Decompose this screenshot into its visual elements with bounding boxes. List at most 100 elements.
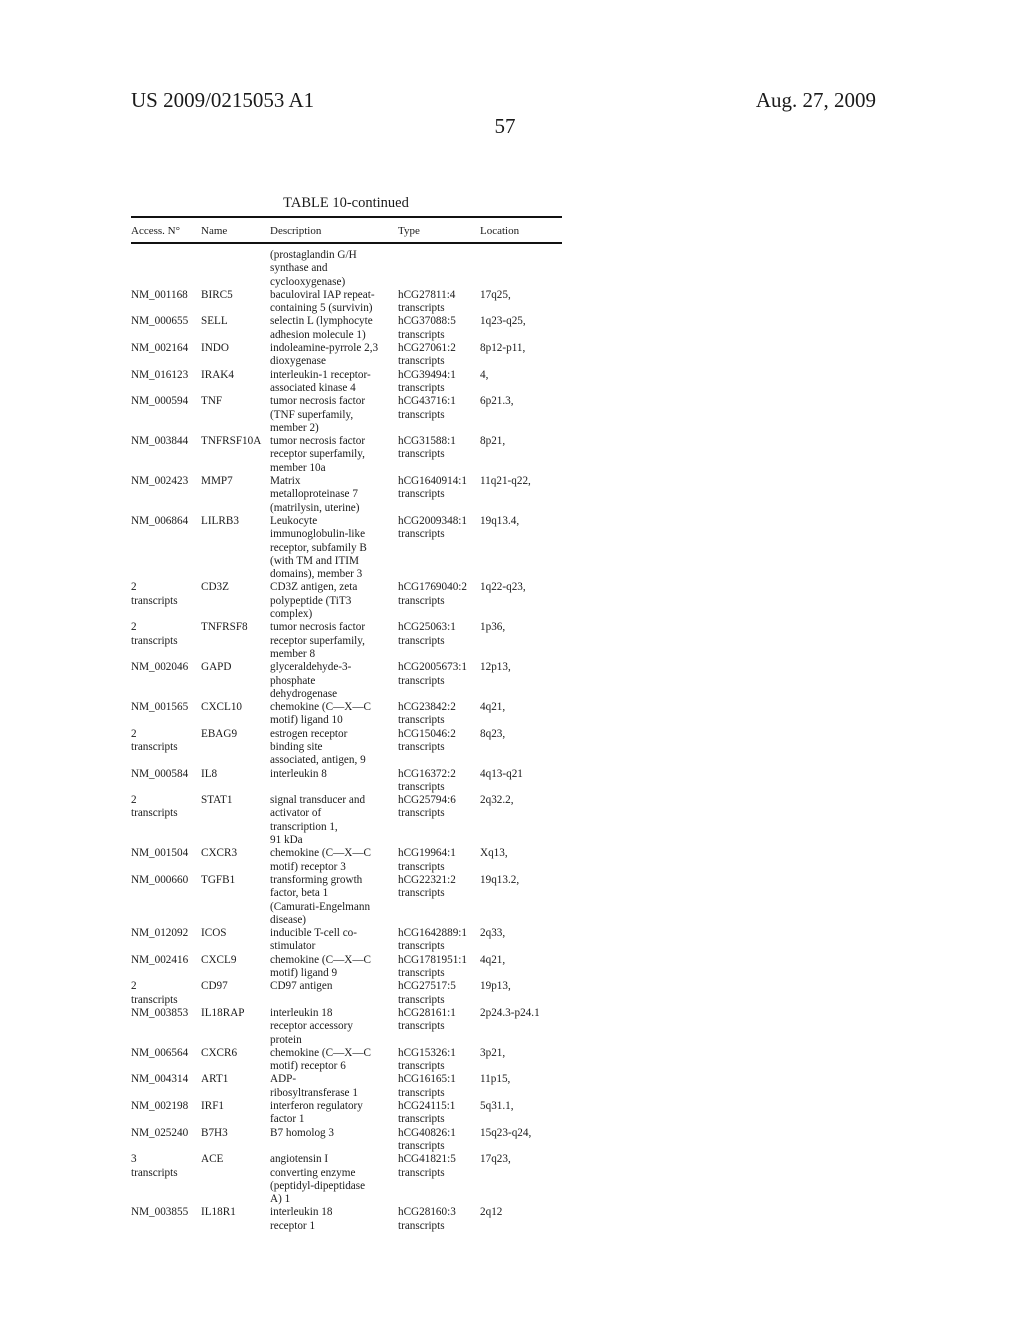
cell-text: interleukin-1 receptor- (270, 368, 371, 381)
cell-text: hCG27061:2 (398, 342, 456, 355)
cell-description: tumor necrosis factor receptor superfamil… (270, 435, 365, 475)
cell-access: 2 transcripts (131, 621, 178, 648)
cell-location: 2q32.2, (480, 794, 514, 807)
cell-text: NM_000594 (131, 395, 189, 408)
cell-access: NM_000594 (131, 395, 188, 408)
cell-text: glyceraldehyde-3- (270, 661, 352, 674)
cell-text: metalloproteinase 7 (270, 488, 358, 501)
cell-text: binding site (270, 741, 323, 753)
cell-access: NM_001504 (131, 847, 188, 860)
cell-text: transcripts (398, 967, 445, 980)
cell-text: NM_001565 (131, 701, 189, 714)
table-row: 2 transcripts TNFRSF8 tumor necrosis factor… (131, 621, 562, 661)
cell-text: hCG2005673:1 (398, 661, 467, 674)
cell-text: dehydrogenase (270, 687, 338, 700)
cell-text: disease) (270, 913, 307, 926)
cell-description: interleukin 18 receptor 1 (270, 1206, 332, 1233)
cell-text: EBAG9 (201, 727, 238, 740)
table-row: NM_001565 CXCL10 chemokine (C—X—C motif) li… (131, 701, 562, 728)
table-row: NM_000594 TNF tumor necrosis factor (TNF su… (131, 395, 562, 435)
cell-text: hCG37088:5 (398, 315, 456, 328)
cell-name: CXCL10 (201, 701, 242, 714)
cell-name: IL8 (201, 768, 217, 781)
cell-text: member 10a (270, 461, 326, 474)
table-row: NM_006564 CXCR6 chemokine (C—X—C motif) rec… (131, 1047, 562, 1074)
cell-location: 17q25, (480, 289, 511, 302)
cell-location: 8p12-p11, (480, 342, 525, 355)
cell-text: hCG25794:6 (398, 794, 456, 807)
cell-type: hCG16165:1 transcripts (398, 1073, 456, 1100)
cell-type: hCG23842:2 transcripts (398, 701, 456, 728)
cell-text: CXCL10 (201, 701, 243, 714)
cell-name: TNFRSF10A (201, 435, 261, 448)
cell-text: NM_000584 (131, 767, 189, 780)
cell-text: 11q21-q22, (480, 475, 531, 488)
cell-location: 5q31.1, (480, 1100, 514, 1113)
cell-text: TGFB1 (201, 873, 236, 886)
cell-access: NM_000584 (131, 768, 188, 781)
cell-text: transcripts (398, 355, 445, 368)
table-row: NM_016123 IRAK4 interleukin-1 receptor-ass… (131, 369, 562, 396)
cell-location: 11p15, (480, 1073, 510, 1086)
cell-name: IRAK4 (201, 369, 234, 382)
cell-access: NM_002416 (131, 954, 188, 967)
cell-text: 19p13, (480, 980, 511, 993)
cell-text: 2 (131, 980, 137, 993)
cell-description: interleukin 8 (270, 768, 327, 781)
cell-text: Leukocyte (270, 514, 318, 527)
cell-text: hCG43716:1 (398, 395, 456, 408)
cell-location: 3p21, (480, 1047, 505, 1060)
cell-text: transcripts (398, 940, 445, 953)
cell-description: chemokine (C—X—C motif) receptor 3 (270, 847, 371, 874)
cell-text: BIRC5 (201, 288, 233, 301)
cell-access: 2 transcripts (131, 980, 178, 1007)
cell-access: NM_001565 (131, 701, 188, 714)
cell-text: angiotensin I (270, 1153, 329, 1166)
cell-access: NM_002423 (131, 475, 188, 488)
cell-text: 91 kDa (270, 834, 303, 847)
cell-type: hCG16372:2 transcripts (398, 768, 456, 795)
cell-text: TNF (201, 395, 223, 408)
cell-location: 6p21.3, (480, 395, 514, 408)
cell-text: 15q23-q24, (480, 1126, 532, 1139)
cell-text: CXCR3 (201, 847, 238, 860)
cell-location: 1q23-q25, (480, 315, 526, 328)
cell-access: NM_003844 (131, 435, 188, 448)
cell-text: NM_002164 (131, 342, 189, 355)
cell-location: 8p21, (480, 435, 505, 448)
cell-text: adhesion molecule 1) (270, 328, 366, 341)
cell-text: stimulator (270, 940, 316, 953)
cell-text: (peptidyl-dipeptidase (270, 1179, 366, 1192)
cell-type: hCG24115:1 transcripts (398, 1100, 455, 1127)
cell-text: 8q23, (480, 727, 506, 740)
cell-text: motif) receptor 3 (270, 860, 346, 873)
cell-text: ACE (201, 1153, 224, 1166)
cell-location: 1q22-q23, (480, 581, 526, 594)
cell-text: transcripts (131, 594, 178, 607)
cell-text: CXCR6 (201, 1046, 238, 1059)
cell-access: 2 transcripts (131, 794, 178, 821)
cell-text: member 2) (270, 421, 319, 434)
cell-text: hCG40826:1 (398, 1126, 456, 1139)
cell-type: hCG28160:3 transcripts (398, 1206, 456, 1233)
cell-text: factor, beta 1 (270, 887, 329, 900)
cell-text: CD3Z (201, 581, 229, 594)
cell-text: IRF1 (201, 1100, 225, 1113)
cell-description: interleukin 18 receptor accessory protein (270, 1007, 353, 1047)
cell-text: 8p12-p11, (480, 342, 526, 355)
cell-text: NM_001168 (131, 288, 188, 301)
cell-location: 8q23, (480, 728, 505, 741)
cell-location: 2q33, (480, 927, 505, 940)
cell-type: hCG25794:6 transcripts (398, 794, 456, 821)
cell-location: 1p36, (480, 621, 505, 634)
cell-description: B7 homolog 3 (270, 1127, 334, 1140)
cell-text: tumor necrosis factor (270, 395, 366, 408)
cell-access: 3 transcripts (131, 1153, 178, 1180)
cell-text: TNFRSF10A (201, 435, 262, 448)
cell-text: hCG41821:5 (398, 1153, 456, 1166)
cell-text: IL18R1 (201, 1206, 236, 1219)
cell-text: hCG24115:1 (398, 1100, 456, 1113)
table-row: NM_002046 GAPD glyceraldehyde-3- phosphate d… (131, 661, 562, 701)
cell-text: B7 homolog 3 (270, 1126, 335, 1139)
table-row: NM_003853 IL18RAP interleukin 18 receptor a… (131, 1007, 562, 1047)
